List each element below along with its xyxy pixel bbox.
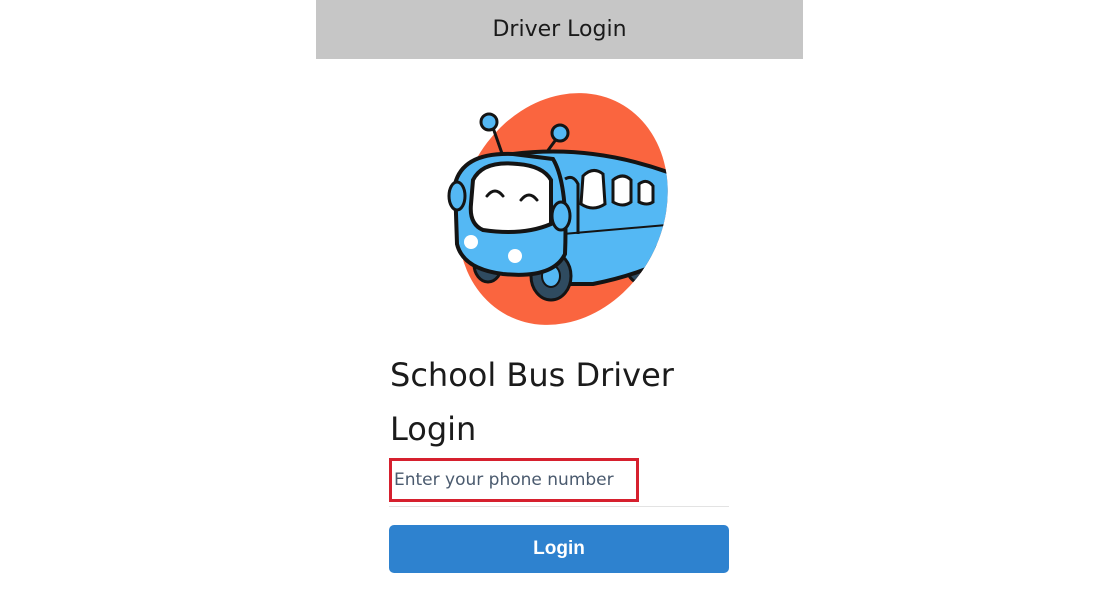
school-bus-icon	[447, 93, 681, 325]
page-title: School Bus Driver Login	[390, 356, 674, 448]
phone-number-input[interactable]	[389, 458, 639, 502]
app-header: Driver Login	[316, 0, 803, 59]
header-title: Driver Login	[492, 17, 627, 42]
login-button[interactable]: Login	[389, 525, 729, 573]
phone-field-wrapper	[389, 456, 729, 507]
driver-login-screen: Driver Login School Bus Driver Login Ent…	[316, 0, 803, 592]
